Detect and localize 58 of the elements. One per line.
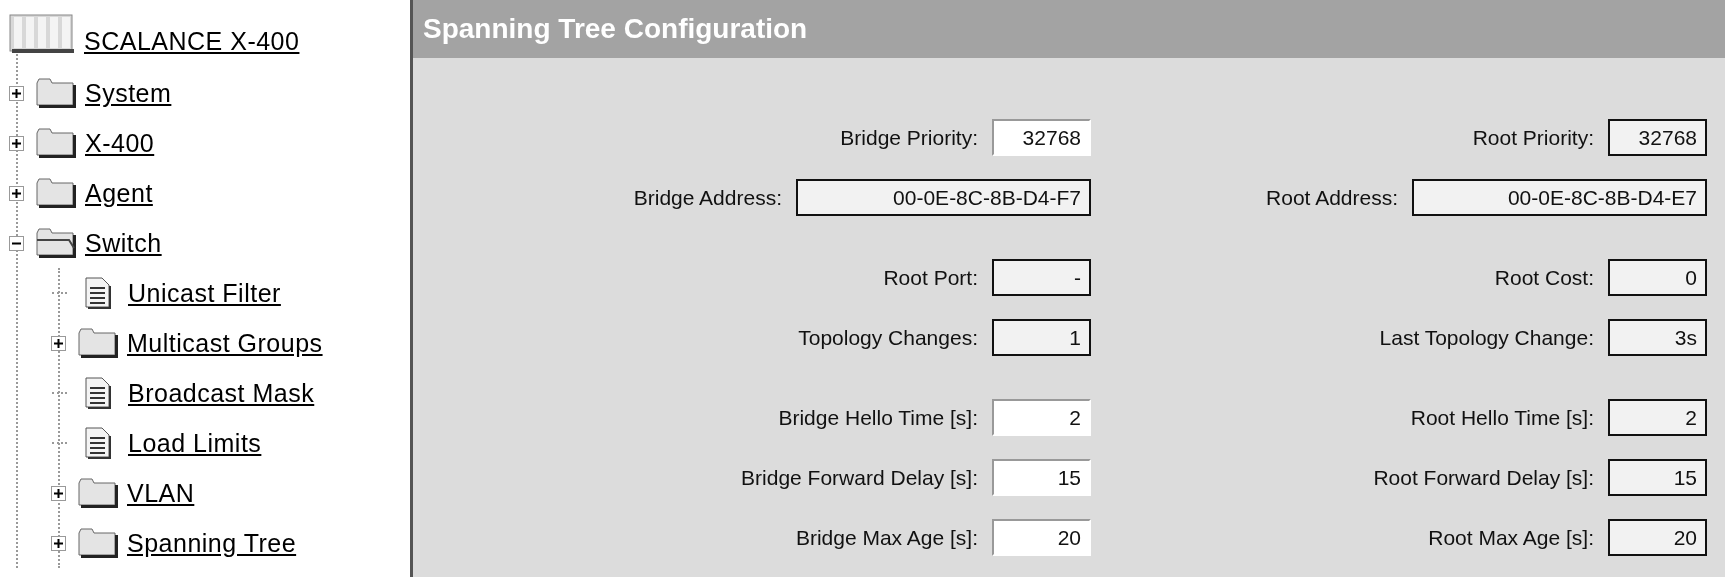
switch-rack-icon — [9, 14, 75, 54]
expand-icon[interactable] — [9, 185, 24, 201]
field-label: Root Hello Time [s]: — [1410, 405, 1594, 430]
folder-icon — [77, 478, 119, 508]
input-field[interactable]: 20 — [1608, 519, 1707, 556]
tree-item-link[interactable]: Broadcast Mask — [128, 378, 315, 408]
input-field[interactable]: 15 — [1608, 459, 1707, 496]
input-field[interactable]: 1 — [992, 319, 1091, 356]
page-title: Spanning Tree Configuration — [423, 13, 808, 45]
input-field[interactable]: 3s — [1608, 319, 1707, 356]
field-label: Root Address: — [1266, 185, 1398, 210]
expand-icon[interactable] — [51, 335, 66, 351]
field-label: Last Topology Change: — [1379, 325, 1594, 350]
field-label: Bridge Max Age [s]: — [795, 525, 978, 550]
tree-item-link[interactable]: Unicast Filter — [128, 278, 281, 308]
field-label: Root Priority: — [1472, 125, 1594, 150]
tree-item-link[interactable]: Switch — [85, 228, 162, 258]
field-label: Root Port: — [883, 265, 978, 290]
tree-item-link[interactable]: Agent — [85, 178, 153, 208]
input-field[interactable]: 15 — [992, 459, 1091, 496]
field-label: Bridge Forward Delay [s]: — [741, 465, 978, 490]
input-field[interactable]: 32768 — [1608, 119, 1707, 156]
document-icon — [84, 277, 112, 309]
field-label: Topology Changes: — [798, 325, 978, 350]
input-field[interactable]: 2 — [992, 399, 1091, 436]
tree-item-link[interactable]: Spanning Tree — [127, 528, 297, 558]
folder-icon — [77, 528, 119, 558]
folder-icon — [35, 78, 77, 108]
field-label: Bridge Hello Time [s]: — [778, 405, 978, 430]
collapse-icon[interactable] — [9, 235, 24, 251]
tree-item-link[interactable]: Load Limits — [128, 428, 262, 458]
tree-root-link[interactable]: SCALANCE X-400 — [84, 27, 300, 56]
document-icon — [84, 377, 112, 409]
field-label: Bridge Priority: — [840, 125, 978, 150]
expand-icon[interactable] — [9, 135, 24, 151]
input-field[interactable]: 00-0E-8C-8B-D4-E7 — [1412, 179, 1707, 216]
input-field[interactable]: 20 — [992, 519, 1091, 556]
input-field[interactable]: 00-0E-8C-8B-D4-F7 — [796, 179, 1091, 216]
expand-icon[interactable] — [9, 85, 24, 101]
open-folder-icon — [35, 228, 77, 258]
document-icon — [84, 427, 112, 459]
input-field[interactable]: 2 — [1608, 399, 1707, 436]
expand-icon[interactable] — [51, 535, 66, 551]
input-field[interactable]: 0 — [1608, 259, 1707, 296]
folder-icon — [35, 178, 77, 208]
tree-item-link[interactable]: System — [85, 78, 172, 108]
input-field[interactable]: - — [992, 259, 1091, 296]
input-field[interactable]: 32768 — [992, 119, 1091, 156]
tree-item-link[interactable]: Multicast Groups — [127, 328, 323, 358]
field-label: Root Forward Delay [s]: — [1373, 465, 1594, 490]
expand-icon[interactable] — [51, 485, 66, 501]
field-label: Bridge Address: — [633, 185, 782, 210]
tree-item-link[interactable]: VLAN — [127, 478, 195, 508]
field-label: Root Max Age [s]: — [1428, 525, 1594, 550]
folder-icon — [35, 128, 77, 158]
folder-icon — [77, 328, 119, 358]
tree-item-link[interactable]: X-400 — [85, 128, 155, 158]
field-label: Root Cost: — [1494, 265, 1594, 290]
